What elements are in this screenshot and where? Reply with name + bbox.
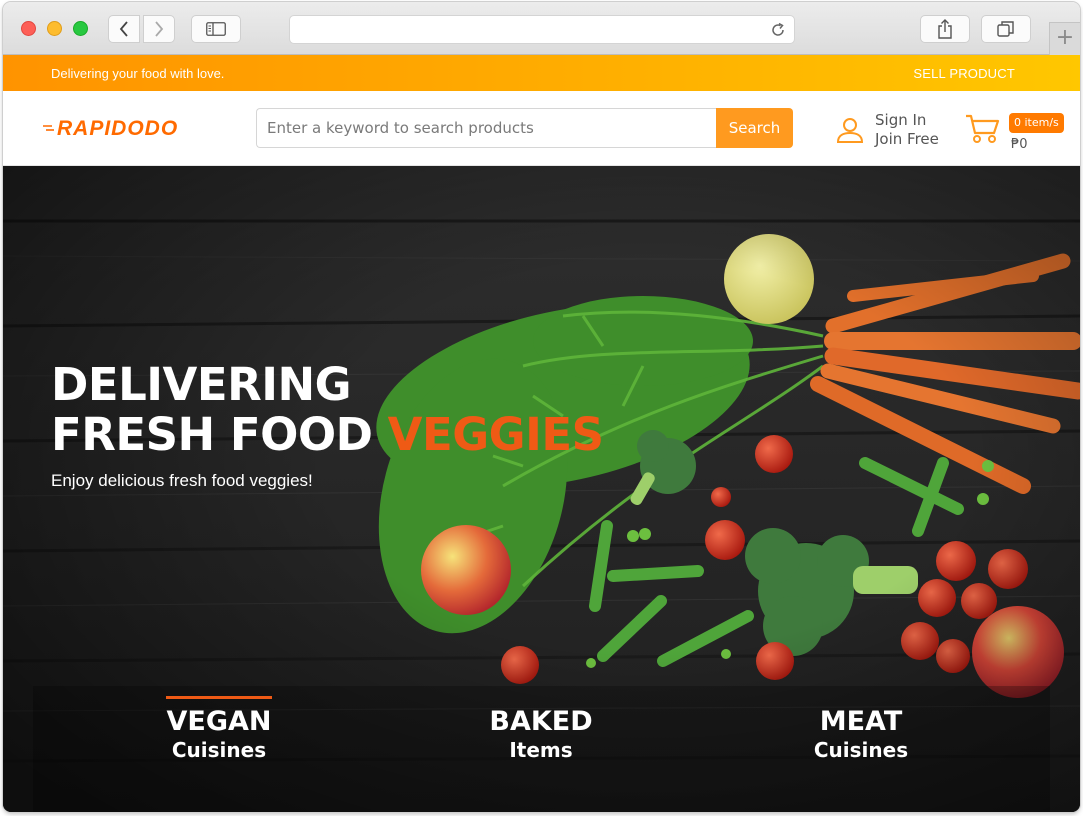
sign-in-label[interactable]: Sign In xyxy=(875,111,939,130)
hero-headline: DELIVERING FRESH FOOD VEGGIES xyxy=(51,360,604,460)
promo-bar: Delivering your food with love. SELL PRO… xyxy=(3,55,1080,91)
share-button[interactable] xyxy=(920,15,970,43)
category-subtitle: Cuisines xyxy=(813,738,909,762)
hero-banner: DELIVERING FRESH FOOD VEGGIES Enjoy deli… xyxy=(3,166,1080,812)
logo-speed-lines-icon xyxy=(43,125,54,131)
chevron-right-icon xyxy=(155,21,164,37)
account-link[interactable]: Sign In Join Free xyxy=(835,111,939,149)
headline-line-1: DELIVERING xyxy=(51,358,352,411)
close-window-button[interactable] xyxy=(21,21,36,36)
address-bar[interactable] xyxy=(289,15,795,44)
browser-toolbar: + xyxy=(3,2,1080,55)
headline-line-2-text: FRESH FOOD xyxy=(51,408,373,461)
category-title: BAKED xyxy=(489,706,593,737)
category-meat[interactable]: MEAT Cuisines xyxy=(808,706,914,762)
sidebar-icon xyxy=(206,22,226,36)
zoom-window-button[interactable] xyxy=(73,21,88,36)
shopping-cart-icon xyxy=(966,114,1000,143)
site-header: RAPIDODO Search Sign In Join Free xyxy=(3,91,1080,166)
user-icon xyxy=(836,118,864,143)
account-labels: Sign In Join Free xyxy=(875,111,939,149)
chevron-left-icon xyxy=(119,21,128,37)
forward-button[interactable] xyxy=(143,15,175,43)
headline-line-2: FRESH FOOD VEGGIES xyxy=(51,410,604,460)
category-subtitle: Cuisines xyxy=(171,738,267,762)
tabs-icon xyxy=(997,21,1014,37)
category-baked[interactable]: BAKED Items xyxy=(488,706,594,762)
category-title: VEGAN xyxy=(166,706,272,737)
new-tab-button[interactable]: + xyxy=(1049,22,1080,55)
hero-subline: Enjoy delicious fresh food veggies! xyxy=(51,471,313,490)
headline-accent: VEGGIES xyxy=(387,408,604,461)
cart-total: ₱0 xyxy=(1011,137,1028,152)
search-input[interactable] xyxy=(256,108,717,148)
category-subtitle: Items xyxy=(509,738,573,762)
category-vegan[interactable]: VEGAN Cuisines xyxy=(166,696,272,762)
join-free-label[interactable]: Join Free xyxy=(875,130,939,149)
minimize-window-button[interactable] xyxy=(47,21,62,36)
cart-button[interactable] xyxy=(965,113,1001,149)
category-title: MEAT xyxy=(819,706,903,737)
category-strip: VEGAN Cuisines BAKED Items MEAT Cuisines xyxy=(33,686,1050,812)
show-tabs-button[interactable] xyxy=(981,15,1031,43)
sell-product-link[interactable]: SELL PRODUCT xyxy=(913,66,1015,81)
browser-window: + Delivering your food with love. SELL P… xyxy=(3,2,1080,812)
share-icon xyxy=(938,19,952,39)
reload-icon[interactable] xyxy=(770,22,786,38)
promo-tagline: Delivering your food with love. xyxy=(51,66,225,81)
logo-text: RAPIDODO xyxy=(57,117,179,140)
search-button[interactable]: Search xyxy=(716,108,793,148)
back-button[interactable] xyxy=(108,15,140,43)
cart-count-badge[interactable]: 0 item/s xyxy=(1009,113,1064,133)
site-logo[interactable]: RAPIDODO xyxy=(43,117,178,141)
sidebar-toggle-button[interactable] xyxy=(191,15,241,43)
